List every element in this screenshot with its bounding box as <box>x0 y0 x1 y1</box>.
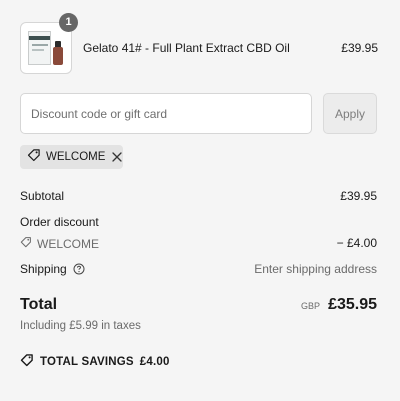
discount-code-input[interactable] <box>20 93 312 134</box>
savings-value: £4.00 <box>139 355 170 368</box>
total-label: Total <box>20 296 58 313</box>
total-amount: GBP £35.95 <box>301 296 377 314</box>
apply-button[interactable]: Apply <box>323 93 377 134</box>
shipping-label: Shipping <box>20 262 67 276</box>
taxes-note: Including £5.99 in taxes <box>20 320 141 332</box>
subtotal-value: £39.95 <box>340 189 377 203</box>
savings-tag-icon <box>20 353 34 370</box>
applied-discount-chip: WELCOME <box>20 145 123 169</box>
discount-code-name: WELCOME <box>37 236 100 251</box>
subtotal-label: Subtotal <box>20 189 65 203</box>
line-item: 1 Gelato 41# - Full Plant Extract CBD Oi… <box>20 13 378 74</box>
order-discount-row: Order discount <box>20 215 377 229</box>
product-box-image <box>28 31 51 65</box>
quantity-badge: 1 <box>59 13 78 32</box>
order-discount-label: Order discount <box>20 215 99 229</box>
total-savings: TOTAL SAVINGS £4.00 <box>20 353 170 370</box>
close-icon[interactable] <box>111 151 123 163</box>
savings-label: TOTAL SAVINGS <box>40 355 134 368</box>
discount-value: − £4.00 <box>336 236 377 250</box>
shipping-value: Enter shipping address <box>254 262 377 276</box>
bottle-image <box>53 47 63 65</box>
total-value: £35.95 <box>328 296 377 313</box>
shipping-row: Shipping Enter shipping address <box>20 262 377 276</box>
product-name: Gelato 41# - Full Plant Extract CBD Oil <box>83 41 290 55</box>
applied-code-label: WELCOME <box>46 151 106 163</box>
total-currency: GBP <box>301 301 321 311</box>
tag-icon <box>20 236 32 251</box>
tag-icon <box>27 148 41 167</box>
help-circle-icon[interactable] <box>73 263 85 275</box>
product-price: £39.95 <box>341 41 378 55</box>
discount-code-row: WELCOME − £4.00 <box>20 236 377 251</box>
subtotal-row: Subtotal £39.95 <box>20 189 377 203</box>
